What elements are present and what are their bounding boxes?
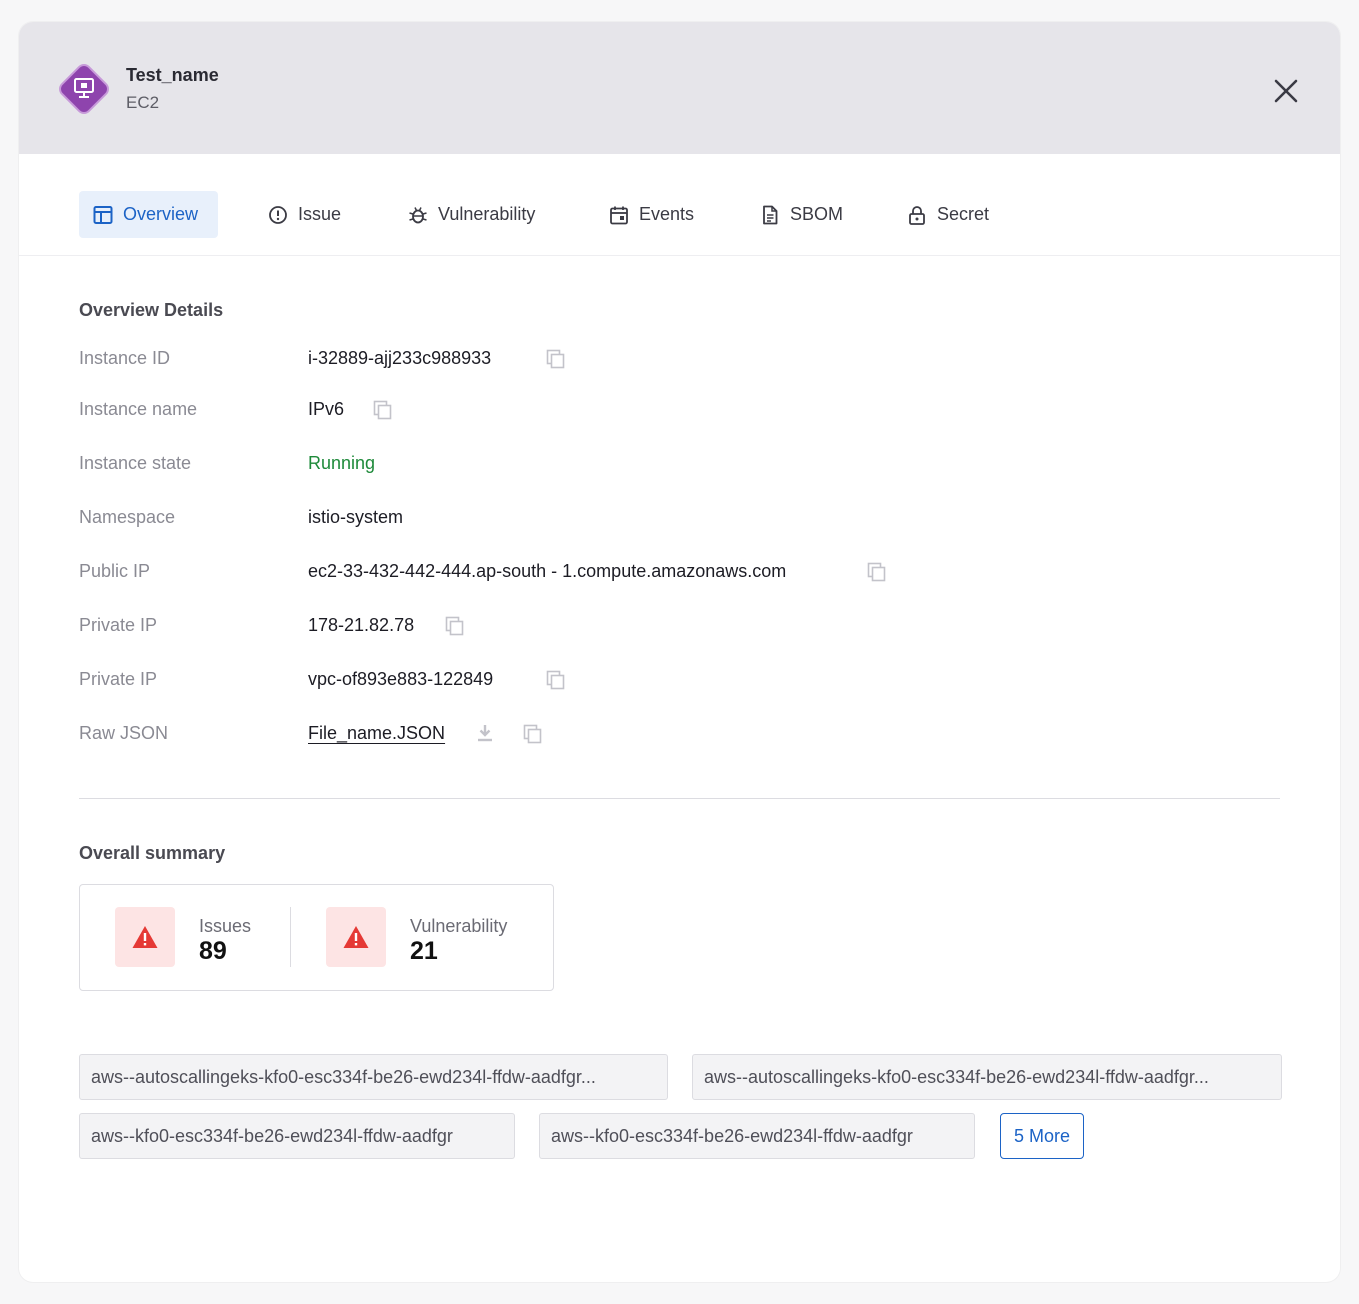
warning-icon	[343, 926, 369, 948]
layout-icon	[93, 205, 113, 224]
tab-label: SBOM	[790, 204, 844, 224]
row-label: Raw JSON	[79, 723, 169, 743]
calendar-icon	[610, 206, 628, 224]
copy-icon[interactable]	[372, 399, 394, 421]
row-label: Instance state	[79, 453, 192, 473]
lock-icon	[909, 205, 925, 225]
tag-chip[interactable]: aws--autoscallingeks-kfo0-esc334f-be26-e…	[79, 1054, 668, 1100]
section-divider	[79, 798, 1280, 799]
download-icon[interactable]	[474, 722, 496, 744]
details-panel: Test_name EC2 Overview Issue Vulnerabili…	[19, 22, 1340, 1282]
vulnerability-count: 21	[410, 937, 438, 965]
instance-state-value: Running	[308, 453, 376, 473]
raw-json-link[interactable]: File_name.JSON	[308, 723, 445, 744]
tab-sbom[interactable]: SBOM	[746, 191, 857, 238]
row-label: Instance name	[79, 399, 198, 419]
tab-events[interactable]: Events	[595, 191, 708, 238]
panel-header: Test_name EC2	[19, 22, 1340, 154]
row-label: Private IP	[79, 615, 158, 635]
summary-separator	[290, 907, 291, 967]
tag-chip[interactable]: aws--kfo0-esc334f-be26-ewd234l-ffdw-aadf…	[539, 1113, 975, 1159]
bug-icon	[409, 206, 427, 223]
copy-icon[interactable]	[545, 669, 567, 691]
tab-label: Events	[639, 204, 695, 224]
document-icon	[763, 205, 778, 224]
row-label: Public IP	[79, 561, 151, 581]
issues-label: Issues	[199, 916, 252, 936]
summary-card: Issues 89 Vulnerability 21	[79, 884, 554, 991]
tag-chip[interactable]: aws--autoscallingeks-kfo0-esc334f-be26-e…	[692, 1054, 1282, 1100]
tab-bar: Overview Issue Vulnerability Events SBOM…	[19, 154, 1340, 256]
issues-count: 89	[199, 937, 227, 965]
monitor-icon	[59, 64, 109, 114]
overview-title: Overview Details	[79, 300, 224, 320]
tab-vulnerability[interactable]: Vulnerability	[394, 191, 549, 238]
issues-warning-badge	[115, 907, 175, 967]
alert-circle-icon	[269, 205, 287, 224]
instance-id-value: i-32889-ajj233c988933	[308, 348, 492, 368]
private-ip-value: 178-21.82.78	[308, 615, 415, 635]
public-ip-value: ec2-33-432-442-444.ap-south - 1.compute.…	[308, 561, 787, 581]
more-tags-button[interactable]: 5 More	[1000, 1113, 1084, 1159]
instance-name-value: IPv6	[308, 399, 345, 419]
row-label: Namespace	[79, 507, 176, 527]
tab-issue[interactable]: Issue	[254, 191, 355, 238]
tab-secret[interactable]: Secret	[893, 191, 1003, 238]
tab-label: Overview	[123, 204, 199, 224]
namespace-value: istio-system	[308, 507, 404, 527]
tab-label: Secret	[937, 204, 990, 224]
copy-icon[interactable]	[444, 615, 466, 637]
tab-label: Vulnerability	[438, 204, 536, 224]
copy-icon[interactable]	[866, 561, 888, 583]
vulnerability-label: Vulnerability	[410, 916, 508, 936]
row-label: Instance ID	[79, 348, 171, 368]
close-icon[interactable]	[1271, 76, 1301, 106]
copy-icon[interactable]	[545, 348, 567, 370]
summary-title: Overall summary	[79, 843, 226, 863]
tag-chip[interactable]: aws--kfo0-esc334f-be26-ewd234l-ffdw-aadf…	[79, 1113, 515, 1159]
vpc-value: vpc-of893e883-122849	[308, 669, 494, 689]
tab-label: Issue	[298, 204, 342, 224]
tab-overview[interactable]: Overview	[79, 191, 218, 238]
resource-title: Test_name	[126, 65, 219, 85]
vulnerability-warning-badge	[326, 907, 386, 967]
resource-type: EC2	[126, 93, 160, 112]
copy-icon[interactable]	[522, 723, 544, 745]
row-label: Private IP	[79, 669, 158, 689]
warning-icon	[132, 926, 158, 948]
